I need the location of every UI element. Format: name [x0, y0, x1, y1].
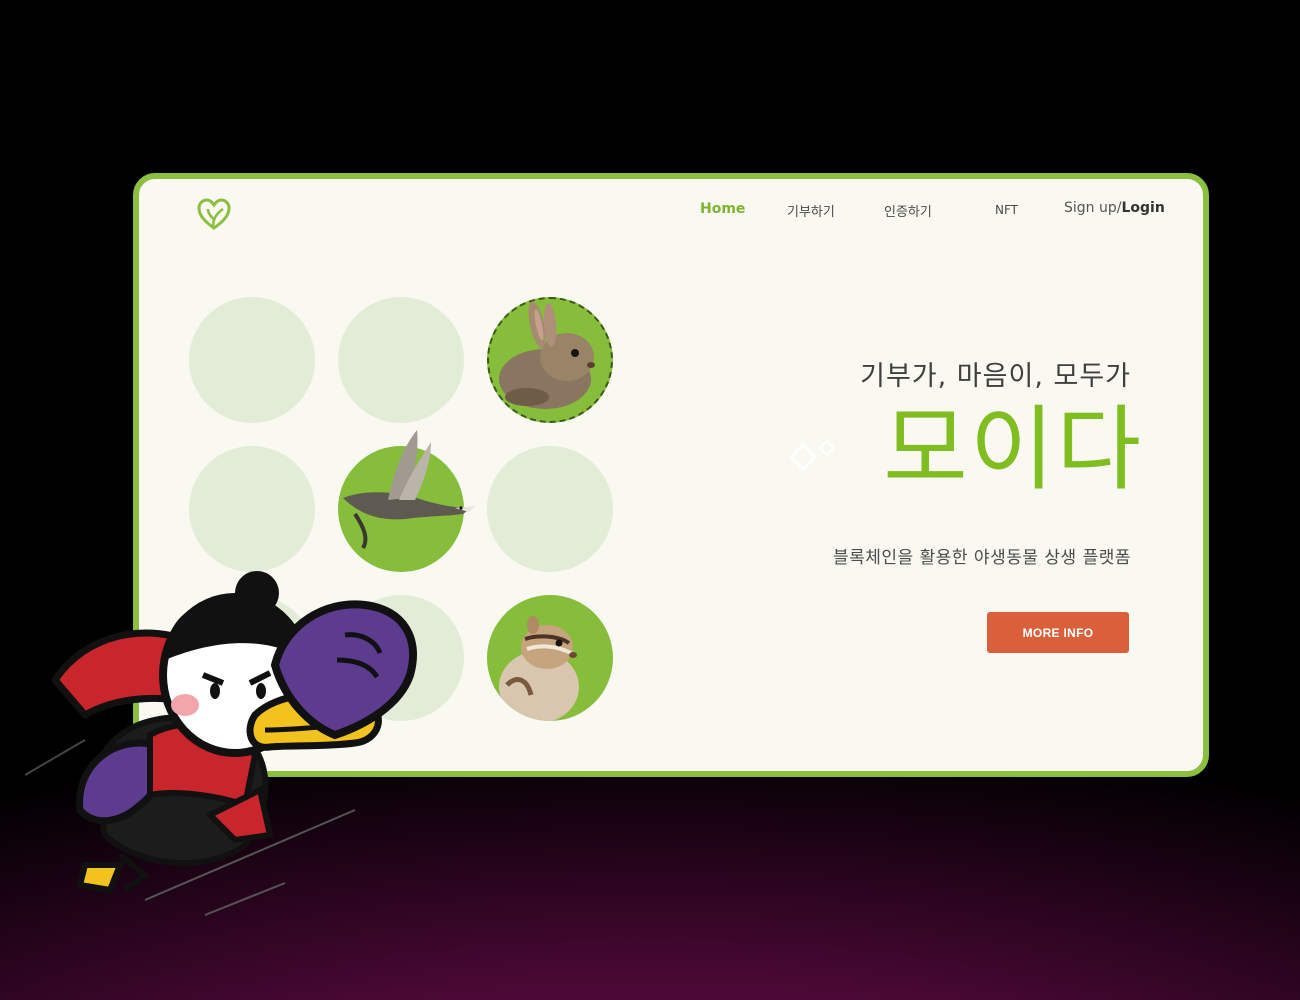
login-link[interactable]: Login — [1121, 200, 1164, 216]
grid-circle-empty — [189, 297, 315, 423]
hero-tagline: 기부가, 마음이, 모두가 — [860, 361, 1131, 392]
nav-home[interactable]: Home — [700, 201, 745, 217]
nav-verify[interactable]: 인증하기 — [884, 201, 932, 220]
diamond-sparkle-icon — [788, 439, 836, 472]
chipmunk-icon — [499, 616, 579, 721]
goose-icon — [343, 430, 475, 550]
nav-signup-login[interactable]: Sign up/Login — [1064, 200, 1165, 216]
grid-circle-empty — [338, 297, 464, 423]
heart-leaf-icon[interactable] — [196, 197, 232, 233]
nav-nft[interactable]: NFT — [995, 203, 1018, 217]
hero-subtitle: 블록체인을 활용한 야생동물 상생 플랫폼 — [833, 548, 1131, 568]
rabbit-icon — [499, 301, 595, 409]
brand-title: 모이다 — [883, 396, 1143, 503]
more-info-button[interactable]: MORE INFO — [987, 612, 1129, 653]
rabbit-photo — [487, 297, 613, 423]
nav-donate[interactable]: 기부하기 — [787, 201, 835, 220]
magpie-mascot-icon — [25, 571, 417, 916]
signup-link[interactable]: Sign up/ — [1064, 200, 1121, 216]
chipmunk-photo — [487, 595, 613, 721]
grid-circle-empty — [487, 446, 613, 572]
grid-circle-empty — [189, 446, 315, 572]
goose-photo — [338, 430, 475, 572]
